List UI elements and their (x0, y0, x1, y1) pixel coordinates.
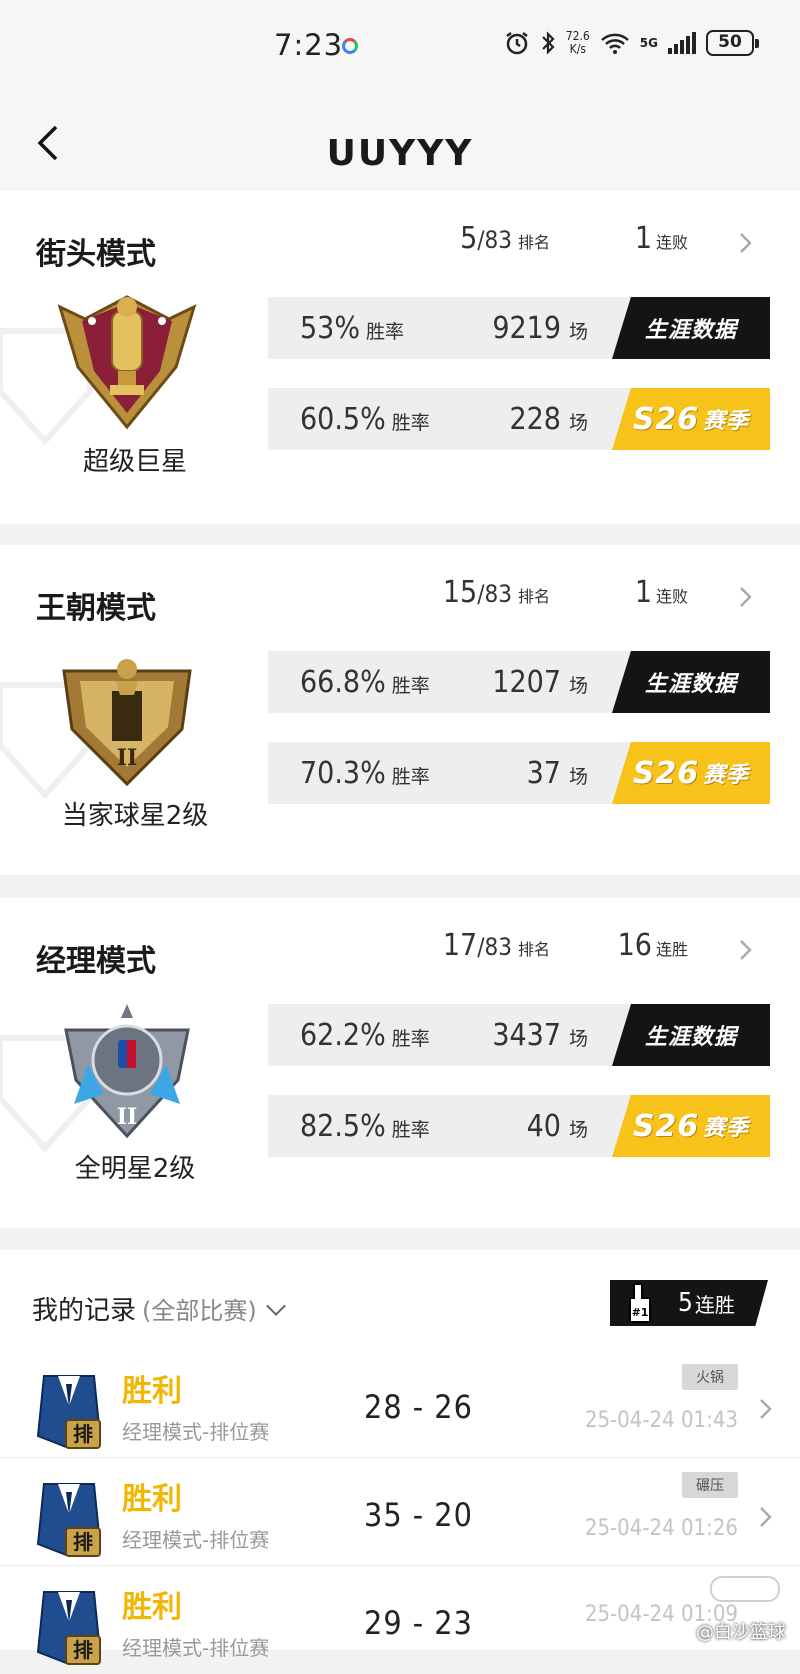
career-win-rate: 62.2% 胜率 (300, 1018, 430, 1053)
season-tag[interactable]: S26 赛季 (612, 1095, 770, 1157)
bluetooth-icon (541, 31, 555, 55)
records-title: 我的记录 (32, 1296, 137, 1326)
page-title: UUYYY (326, 133, 474, 174)
career-stats-row[interactable]: 53% 胜率 9219 场 生涯数据 (268, 297, 770, 359)
all-star-mvp-badge-icon: II (64, 1004, 190, 1139)
svg-text:#1: #1 (632, 1306, 649, 1319)
career-games: 3437 场 (492, 1018, 588, 1053)
rank-info: 5/83 排名 (460, 221, 550, 256)
signal-icon (668, 32, 696, 54)
season-win-rate: 60.5% 胜率 (300, 402, 430, 437)
nav-bar: UUYYY (0, 95, 800, 191)
match-result: 胜利 (122, 1482, 182, 1517)
match-mode: 经理模式-排位赛 (122, 1528, 270, 1552)
season-tag[interactable]: S26 赛季 (612, 742, 770, 804)
alarm-icon (506, 32, 528, 55)
career-stats-row[interactable]: 66.8% 胜率 1207 场 生涯数据 (268, 651, 770, 713)
season-tag[interactable]: S26 赛季 (612, 388, 770, 450)
foam-finger-icon: #1 (629, 1283, 651, 1323)
match-result: 胜利 (122, 1590, 182, 1625)
chevron-right-icon[interactable] (736, 231, 756, 255)
match-date: 25-04-24 01:26 (584, 1516, 738, 1541)
svg-text:排: 排 (73, 1422, 93, 1446)
streak-info: 1 连败 (634, 575, 688, 610)
network-type: 5G (639, 36, 658, 50)
season-win-rate: 82.5% 胜率 (300, 1109, 430, 1144)
match-score: 28 - 26 (364, 1388, 473, 1426)
svg-text:II: II (117, 745, 138, 771)
streak-info: 16 连胜 (617, 928, 688, 963)
badge-name: 当家球星2级 (61, 801, 209, 831)
match-result: 胜利 (122, 1374, 182, 1409)
season-win-rate: 70.3% 胜率 (300, 756, 430, 791)
match-row[interactable]: 排 胜利 经理模式-排位赛 35 - 20 碾压 25-04-24 01:26 (0, 1458, 800, 1566)
mode-card-dynasty: 王朝模式 15/83 排名 1 连败 II 当家球星2级 66.8% 胜率 1207 场… (0, 545, 800, 875)
rank-info: 17/83 排名 (442, 928, 550, 963)
svg-text:排: 排 (73, 1530, 93, 1554)
network-speed: 72.6 K/s (565, 29, 590, 56)
wifi-icon (600, 33, 629, 54)
career-data-tag[interactable]: 生涯数据 (612, 297, 770, 359)
badge-name: 超级巨星 (82, 447, 187, 477)
match-score: 35 - 20 (364, 1496, 473, 1534)
manager-suit-avatar-icon: 排 (36, 1591, 102, 1666)
season-stats-row[interactable]: 60.5% 胜率 228 场 S26 赛季 (268, 388, 770, 450)
mode-title: 街头模式 (36, 237, 156, 272)
season-games: 37 场 (526, 756, 588, 791)
manager-suit-avatar-icon: 排 (36, 1483, 102, 1558)
rank-info: 15/83 排名 (442, 575, 550, 610)
manager-suit-avatar-icon: 排 (36, 1375, 102, 1450)
career-data-tag[interactable]: 生涯数据 (612, 1004, 770, 1066)
season-games: 228 场 (509, 402, 588, 437)
superstar-trophy-badge-icon (57, 295, 197, 430)
match-row[interactable]: 排 胜利 经理模式-排位赛 29 - 23 25-04-24 01:09 (0, 1566, 800, 1674)
career-games: 1207 场 (492, 665, 588, 700)
match-mode: 经理模式-排位赛 (122, 1420, 270, 1444)
chevron-right-icon[interactable] (736, 585, 756, 609)
svg-text:排: 排 (73, 1638, 93, 1662)
match-label: 火锅 (682, 1364, 738, 1390)
career-stats-row[interactable]: 62.2% 胜率 3437 场 生涯数据 (268, 1004, 770, 1066)
records-filter[interactable]: (全部比赛) (142, 1297, 257, 1325)
battery-icon: 50 (706, 30, 759, 56)
season-games: 40 场 (526, 1109, 588, 1144)
season-stats-row[interactable]: 82.5% 胜率 40 场 S26 赛季 (268, 1095, 770, 1157)
status-time: 7:23 (274, 28, 344, 62)
mode-title: 王朝模式 (36, 591, 156, 626)
chevron-right-icon[interactable] (758, 1506, 774, 1528)
match-date: 25-04-24 01:43 (584, 1408, 738, 1433)
mode-card-street: 街头模式 5/83 排名 1 连败 超级巨星 53% 胜率 9219 场 生涯数据 60… (0, 191, 800, 524)
career-games: 9219 场 (492, 311, 588, 346)
badge-name: 全明星2级 (74, 1154, 196, 1184)
win-streak-badge: #1 5 连胜 (610, 1280, 768, 1326)
match-mode: 经理模式-排位赛 (122, 1636, 270, 1660)
career-win-rate: 66.8% 胜率 (300, 665, 430, 700)
match-row[interactable]: 排 胜利 经理模式-排位赛 28 - 26 火锅 25-04-24 01:43 (0, 1350, 800, 1458)
mode-card-manager: 经理模式 17/83 排名 16 连胜 II 全明星2级 62.2% 胜率 3437 场… (0, 898, 800, 1228)
records-header[interactable]: 我的记录 (全部比赛) (32, 1290, 286, 1327)
status-bar: 7:23 72.6 K/s 5G 50 (0, 0, 800, 95)
svg-text:II: II (117, 1104, 138, 1130)
match-score: 29 - 23 (364, 1604, 473, 1642)
mode-title: 经理模式 (36, 944, 156, 979)
match-label: 碾压 (682, 1472, 738, 1498)
chevron-right-icon[interactable] (758, 1398, 774, 1420)
watermark-logo-icon (710, 1576, 780, 1602)
streak-info: 1 连败 (634, 221, 688, 256)
franchise-star-badge-icon: II (62, 659, 192, 787)
season-stats-row[interactable]: 70.3% 胜率 37 场 S26 赛季 (268, 742, 770, 804)
chevron-down-icon[interactable] (265, 1296, 286, 1316)
career-win-rate: 53% 胜率 (300, 311, 405, 346)
records-section: 我的记录 (全部比赛) #1 5 连胜 排 胜利 经理模式-排位赛 28 - 26 … (0, 1250, 800, 1666)
app-notification-icon (342, 38, 358, 54)
chevron-right-icon[interactable] (736, 938, 756, 962)
career-data-tag[interactable]: 生涯数据 (612, 651, 770, 713)
watermark-text: @白沙篮球 (696, 1622, 786, 1643)
